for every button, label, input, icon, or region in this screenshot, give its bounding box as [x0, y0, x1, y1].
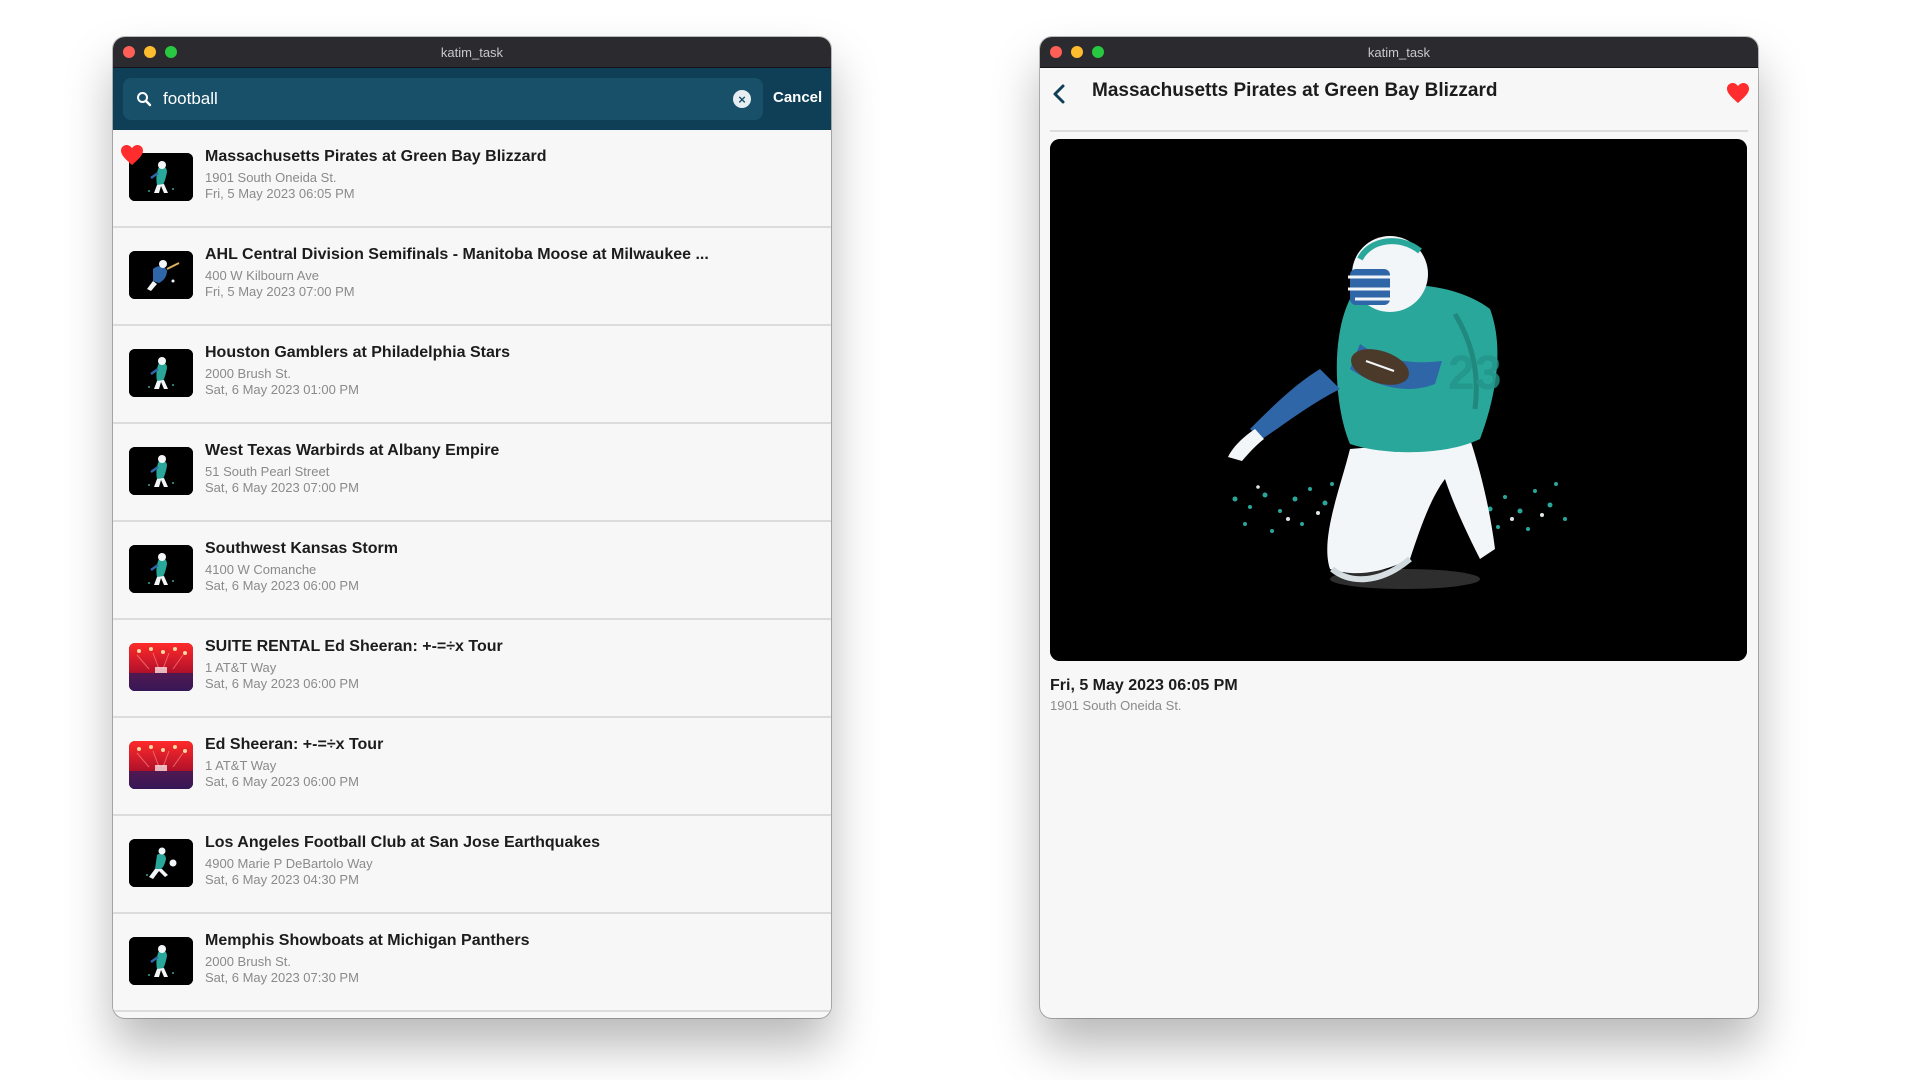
- detail-window: katim_task Massachusetts Pirates at Gree…: [1040, 37, 1758, 1018]
- svg-text:23: 23: [1448, 347, 1501, 400]
- event-thumbnail: [129, 545, 193, 593]
- event-thumbnail: [129, 349, 193, 397]
- event-row[interactable]: SUITE RENTAL Ed Sheeran: +-=÷x Tour 1 AT&…: [113, 620, 831, 718]
- event-title: Southwest Kansas Storm: [205, 540, 398, 557]
- event-title: Memphis Showboats at Michigan Panthers: [205, 932, 530, 949]
- detail-address: 1901 South Oneida St.: [1050, 698, 1182, 713]
- search-input[interactable]: [163, 84, 723, 114]
- event-date: Sat, 6 May 2023 07:00 PM: [205, 480, 359, 495]
- event-thumbnail: [129, 741, 193, 789]
- event-row[interactable]: Memphis Showboats at Michigan Panthers 20…: [113, 914, 831, 1012]
- back-icon[interactable]: [1048, 82, 1070, 106]
- event-address: 2000 Brush St.: [205, 366, 291, 381]
- clear-icon[interactable]: ×: [733, 90, 751, 108]
- event-date: Fri, 5 May 2023 07:00 PM: [205, 284, 355, 299]
- event-thumbnail: [129, 447, 193, 495]
- cancel-button[interactable]: Cancel: [773, 89, 822, 106]
- event-address: 1 AT&T Way: [205, 660, 277, 675]
- event-list: Massachusetts Pirates at Green Bay Blizz…: [113, 130, 831, 1018]
- event-address: 400 W Kilbourn Ave: [205, 268, 319, 283]
- event-hero-image: 23: [1050, 139, 1747, 661]
- football-player-illustration: 23: [1050, 139, 1747, 661]
- event-address: 2000 Brush St.: [205, 954, 291, 969]
- detail-navbar: Massachusetts Pirates at Green Bay Blizz…: [1040, 68, 1758, 132]
- event-title: Los Angeles Football Club at San Jose Ea…: [205, 834, 601, 851]
- event-row[interactable]: West Texas Warbirds at Albany Empire 51 S…: [113, 424, 831, 522]
- search-window: katim_task × Cancel Massachusetts Pirate…: [113, 37, 831, 1018]
- event-date: Sat, 6 May 2023 07:30 PM: [205, 970, 359, 985]
- event-date: Sat, 6 May 2023 06:00 PM: [205, 774, 359, 789]
- event-date: Sat, 6 May 2023 06:00 PM: [205, 676, 359, 691]
- search-icon: [137, 92, 152, 107]
- event-address: 4900 Marie P DeBartolo Way: [205, 856, 373, 871]
- search-field[interactable]: ×: [123, 78, 763, 120]
- event-row[interactable]: AHL Central Division Semifinals - Manito…: [113, 228, 831, 326]
- event-row[interactable]: Ed Sheeran: +-=÷x Tour 1 AT&T Way Sat, 6 M…: [113, 718, 831, 816]
- event-row[interactable]: Southwest Kansas Storm 4100 W Comanche Sat…: [113, 522, 831, 620]
- detail-date: Fri, 5 May 2023 06:05 PM: [1050, 677, 1238, 694]
- event-row[interactable]: Massachusetts Pirates at Green Bay Blizz…: [113, 130, 831, 228]
- heart-icon[interactable]: [1726, 82, 1750, 104]
- event-row[interactable]: Los Angeles Football Club at San Jose Ea…: [113, 816, 831, 914]
- event-title: Houston Gamblers at Philadelphia Stars: [205, 344, 510, 361]
- event-title: SUITE RENTAL Ed Sheeran: +-=÷x Tour: [205, 638, 503, 655]
- detail-title: Massachusetts Pirates at Green Bay Blizz…: [1092, 80, 1498, 101]
- event-thumbnail: [129, 251, 193, 299]
- event-title: AHL Central Division Semifinals - Manito…: [205, 246, 709, 263]
- event-row[interactable]: Houston Gamblers at Philadelphia Stars 20…: [113, 326, 831, 424]
- event-title: West Texas Warbirds at Albany Empire: [205, 442, 500, 459]
- window-title: katim_task: [440, 45, 504, 60]
- event-date: Sat, 6 May 2023 01:00 PM: [205, 382, 359, 397]
- title-bar[interactable]: katim_task: [1040, 37, 1758, 68]
- event-thumbnail: [129, 839, 193, 887]
- event-thumbnail: [129, 937, 193, 985]
- event-date: Sat, 6 May 2023 04:30 PM: [205, 872, 359, 887]
- event-title: Ed Sheeran: +-=÷x Tour: [205, 736, 384, 753]
- search-bar: × Cancel: [113, 68, 831, 131]
- event-date: Fri, 5 May 2023 06:05 PM: [205, 186, 355, 201]
- event-address: 51 South Pearl Street: [205, 464, 330, 479]
- title-bar[interactable]: katim_task: [113, 37, 831, 68]
- event-thumbnail: [129, 643, 193, 691]
- event-address: 4100 W Comanche: [205, 562, 317, 577]
- divider: [1050, 130, 1748, 132]
- event-address: 1 AT&T Way: [205, 758, 277, 773]
- event-title: Massachusetts Pirates at Green Bay Blizz…: [205, 148, 547, 165]
- event-address: 1901 South Oneida St.: [205, 170, 337, 185]
- event-date: Sat, 6 May 2023 06:00 PM: [205, 578, 359, 593]
- favorite-heart-icon[interactable]: [120, 144, 144, 166]
- window-title: katim_task: [1367, 45, 1431, 60]
